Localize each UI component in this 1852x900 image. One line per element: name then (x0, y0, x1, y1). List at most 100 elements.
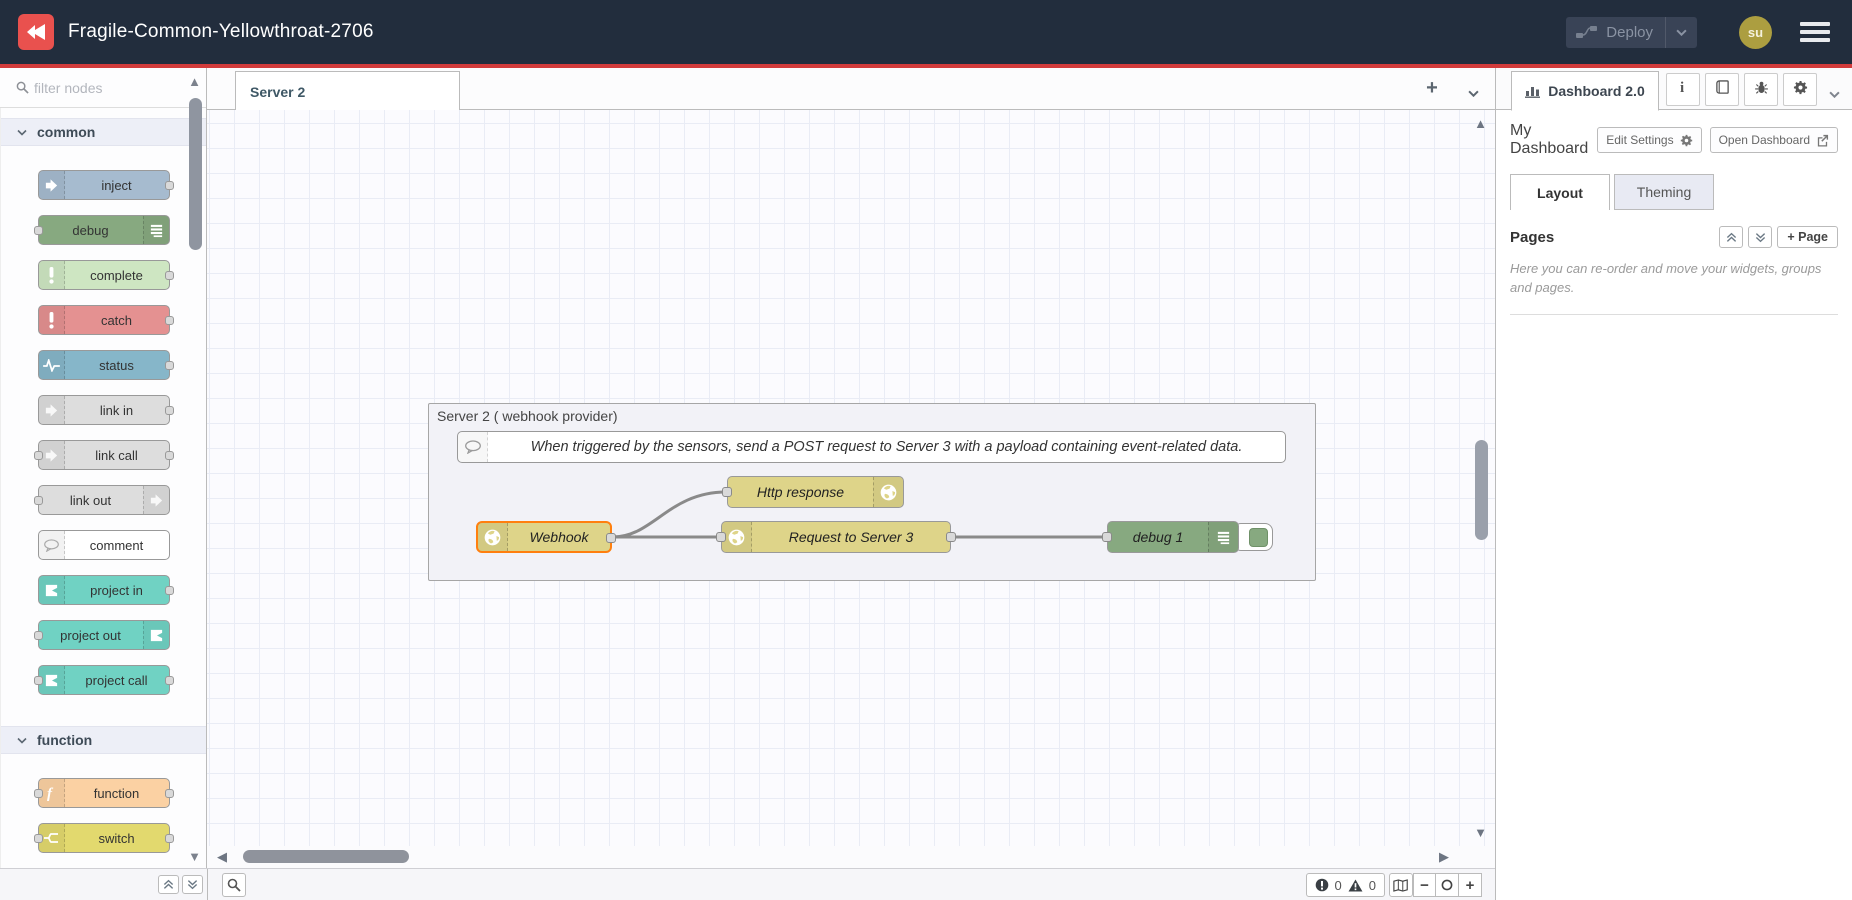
notifications-status-button[interactable]: 0 0 (1306, 873, 1385, 897)
add-page-button[interactable]: + Page (1777, 226, 1838, 248)
zoom-in-button[interactable]: + (1459, 873, 1482, 897)
output-port[interactable] (165, 789, 174, 798)
palette-node-link-call[interactable]: link call (38, 440, 170, 470)
sidebar-tab-bug[interactable] (1744, 73, 1778, 106)
vertical-scrollbar-thumb[interactable] (1475, 440, 1488, 540)
main-menu-button[interactable] (1800, 18, 1830, 46)
palette-node-switch[interactable]: switch (38, 823, 170, 853)
output-port[interactable] (165, 271, 174, 280)
project-logo-icon (39, 576, 65, 604)
navigator-map-button[interactable] (1389, 873, 1413, 897)
flow-node-request-to-server-3[interactable]: Request to Server 3 (721, 521, 951, 553)
input-port[interactable] (1102, 532, 1112, 542)
palette-category-common[interactable]: common (1, 118, 206, 146)
input-port[interactable] (34, 451, 43, 460)
scroll-left-arrow[interactable]: ◀ (217, 849, 227, 865)
sidebar-tabs-caret[interactable] (1829, 85, 1840, 103)
zoom-out-button[interactable]: − (1413, 873, 1436, 897)
info-icon: i (1679, 79, 1687, 100)
debug-enable-toggle[interactable] (1233, 523, 1273, 551)
input-port[interactable] (34, 226, 43, 235)
flow-list-caret[interactable] (1468, 84, 1479, 102)
canvas-search-button[interactable] (222, 873, 246, 897)
flow-node-debug-1[interactable]: debug 1 (1107, 521, 1239, 553)
palette-node-debug[interactable]: debug (38, 215, 170, 245)
flow-canvas[interactable]: Server 2 ( webhook provider) When trigge… (207, 110, 1495, 868)
tab-theming[interactable]: Theming (1614, 174, 1714, 210)
user-avatar[interactable]: su (1739, 16, 1772, 49)
expand-palette-categories-button[interactable] (182, 875, 203, 894)
output-port[interactable] (165, 834, 174, 843)
palette-node-inject[interactable]: inject (38, 170, 170, 200)
palette-node-catch[interactable]: catch (38, 305, 170, 335)
scroll-right-arrow[interactable]: ▶ (1439, 849, 1449, 865)
workspace-column: Server 2 + Server 2 ( webhook provider) … (207, 68, 1495, 868)
palette-node-status[interactable]: status (38, 350, 170, 380)
palette-scroll-down-arrow[interactable]: ▼ (188, 849, 201, 864)
move-page-down-button[interactable] (1748, 226, 1772, 248)
add-flow-button[interactable]: + (1419, 76, 1445, 102)
filter-nodes-input[interactable] (34, 76, 194, 100)
palette-node-label: status (65, 351, 169, 379)
palette-node-project-out[interactable]: project out (38, 620, 170, 650)
palette-node-project-call[interactable]: project call (38, 665, 170, 695)
wire-webhook-to-http-response[interactable] (613, 492, 726, 537)
palette-node-label: inject (65, 171, 169, 199)
edit-settings-button[interactable]: Edit Settings (1597, 127, 1701, 153)
input-port[interactable] (34, 834, 43, 843)
palette-scrollbar-thumb[interactable] (189, 98, 202, 250)
external-link-icon (1816, 134, 1829, 147)
output-port[interactable] (165, 676, 174, 685)
deploy-button[interactable]: Deploy (1566, 17, 1697, 48)
output-port[interactable] (165, 181, 174, 190)
tab-layout[interactable]: Layout (1510, 174, 1610, 210)
input-port[interactable] (34, 676, 43, 685)
warning-triangle-icon (1348, 879, 1363, 892)
palette-node-project-in[interactable]: project in (38, 575, 170, 605)
output-port[interactable] (165, 451, 174, 460)
scroll-down-arrow[interactable]: ▼ (1474, 825, 1487, 840)
move-page-up-button[interactable] (1719, 226, 1743, 248)
palette-node-link-in[interactable]: link in (38, 395, 170, 425)
svg-text:f: f (47, 786, 54, 801)
input-port[interactable] (34, 789, 43, 798)
palette-node-link-out[interactable]: link out (38, 485, 170, 515)
node-red-logo (18, 14, 54, 50)
palette-scroll-up-arrow[interactable]: ▲ (188, 74, 201, 89)
map-icon (1393, 879, 1409, 892)
flow-node-http-response[interactable]: Http response (727, 476, 904, 508)
tab-dashboard-label: Dashboard 2.0 (1548, 83, 1644, 99)
input-port[interactable] (722, 487, 732, 497)
output-port[interactable] (165, 406, 174, 415)
output-port[interactable] (165, 586, 174, 595)
deploy-options-caret[interactable] (1665, 17, 1697, 48)
palette-node-label: switch (65, 824, 169, 852)
output-port[interactable] (946, 532, 956, 542)
open-dashboard-button[interactable]: Open Dashboard (1710, 127, 1838, 153)
palette-node-function[interactable]: ffunction (38, 778, 170, 808)
flow-node-webhook[interactable]: Webhook (476, 521, 612, 553)
palette-search[interactable] (0, 68, 206, 108)
input-port[interactable] (34, 496, 43, 505)
sidebar-tab-info[interactable]: i (1666, 73, 1700, 106)
output-port[interactable] (165, 316, 174, 325)
sidebar-tab-book[interactable] (1705, 73, 1739, 106)
output-port[interactable] (606, 533, 616, 543)
sidebar-tab-gear[interactable] (1783, 73, 1817, 106)
double-chevron-up-icon (163, 879, 174, 890)
input-port[interactable] (34, 631, 43, 640)
palette-category-function[interactable]: function (1, 726, 206, 754)
scroll-up-arrow[interactable]: ▲ (1474, 116, 1487, 131)
zoom-reset-button[interactable] (1436, 873, 1459, 897)
flow-tab-server-2[interactable]: Server 2 (235, 71, 460, 111)
double-chevron-down-icon (187, 879, 198, 890)
palette-node-comment[interactable]: comment (38, 530, 170, 560)
tab-dashboard-2.0[interactable]: Dashboard 2.0 (1511, 71, 1659, 111)
collapse-palette-categories-button[interactable] (158, 875, 179, 894)
output-port[interactable] (165, 361, 174, 370)
comment-node[interactable]: When triggered by the sensors, send a PO… (457, 431, 1286, 463)
horizontal-scrollbar-thumb[interactable] (243, 850, 409, 863)
palette-node-complete[interactable]: complete (38, 260, 170, 290)
plus-icon: + (1787, 230, 1798, 244)
input-port[interactable] (716, 532, 726, 542)
